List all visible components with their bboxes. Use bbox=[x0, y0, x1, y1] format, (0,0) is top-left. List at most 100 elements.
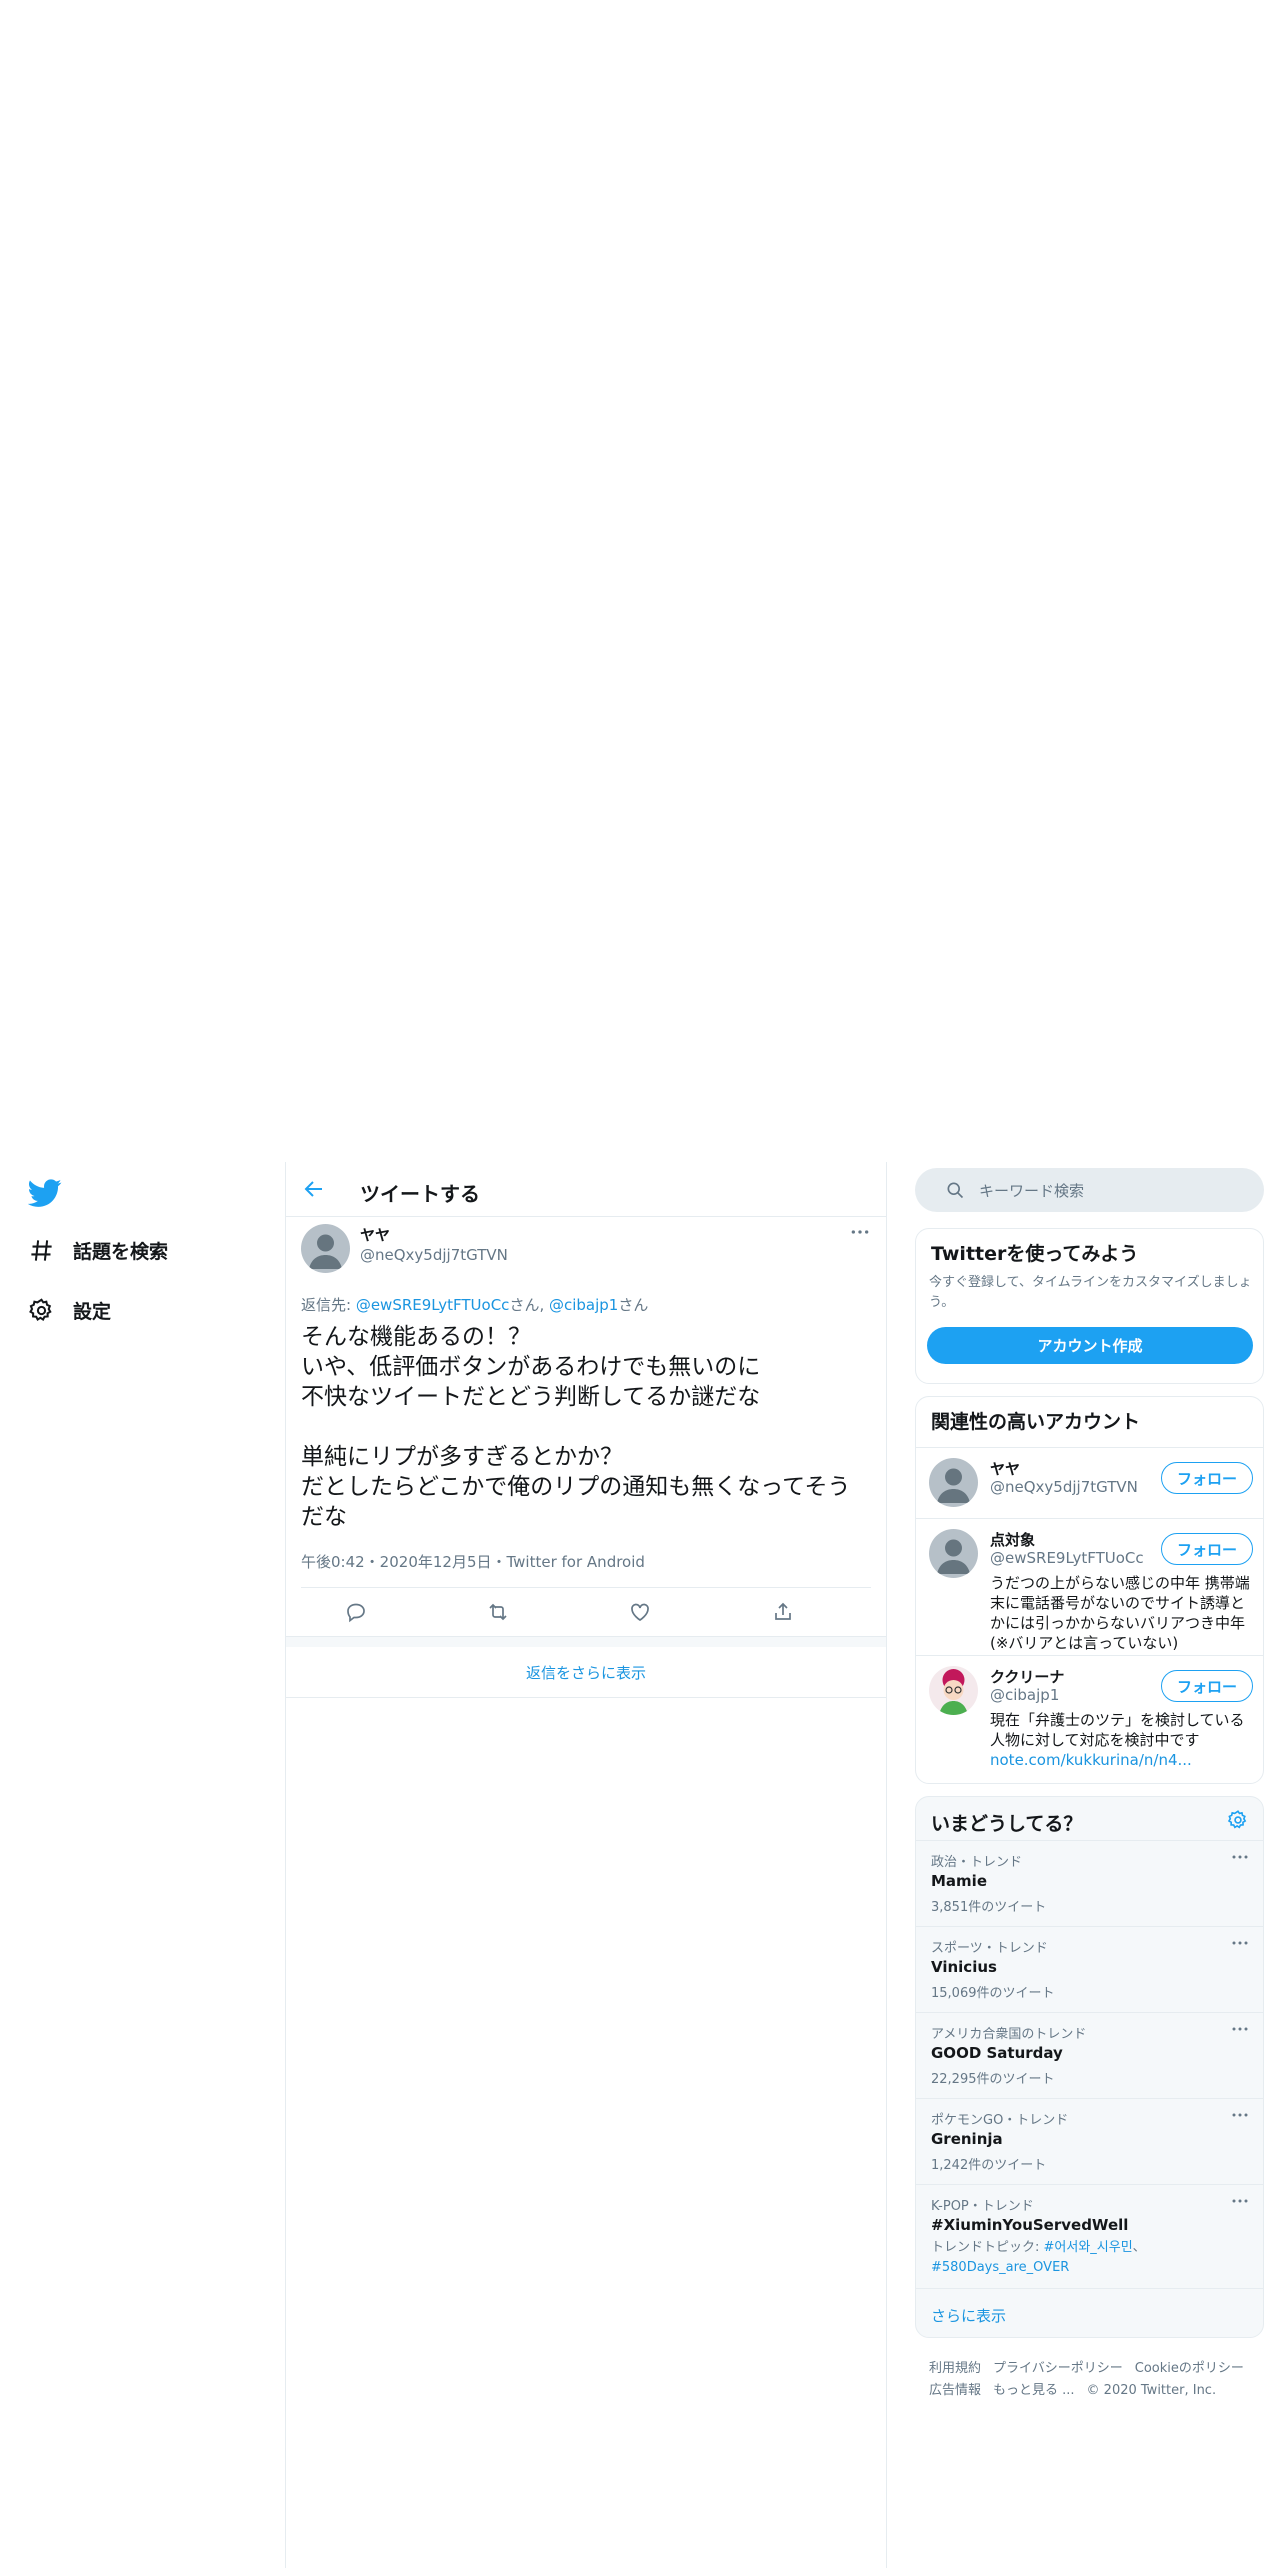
trend-context: K-POP・トレンド bbox=[931, 2199, 1034, 2214]
account-name[interactable]: ヤヤ bbox=[990, 1458, 1020, 1479]
gear-icon bbox=[28, 1297, 55, 1324]
account-bio: うだつの上がらない感じの中年 携帯端末に電話番号がないのでサイト誘導とかには引っ… bbox=[990, 1574, 1250, 1652]
reply-user-link[interactable]: @ewSRE9LytFTUoCc bbox=[356, 1296, 510, 1314]
follow-button[interactable]: フォロー bbox=[1161, 1533, 1253, 1565]
footer-link-more[interactable]: もっと見る ... bbox=[993, 2383, 1075, 2398]
reply-separator: さん, bbox=[509, 1296, 549, 1314]
trends-card: いまどうしてる？ 政治・トレンド Mamie 3,851件のツイート スポーツ・… bbox=[915, 1796, 1264, 2338]
tweet-timestamp[interactable]: 午後0:42・2020年12月5日・Twitter for Android bbox=[301, 1551, 645, 1572]
related-accounts-card: 関連性の高いアカウント ヤヤ @neQxy5djj7tGTVN フォロー 点対象… bbox=[915, 1396, 1264, 1784]
search-input[interactable]: キーワード検索 bbox=[979, 1180, 1084, 1201]
topics-prefix: トレンドトピック: bbox=[931, 2240, 1044, 2255]
trend-context: 政治・トレンド bbox=[931, 1855, 1023, 1870]
account-bio: 現在「弁護士のツテ」を検討している人物に対して対応を検討中です note.com/… bbox=[990, 1710, 1252, 1770]
hashtag-icon bbox=[28, 1237, 55, 1264]
bio-link[interactable]: note.com/kukkurina/n/n4... bbox=[990, 1751, 1192, 1769]
show-more-replies-link[interactable]: 返信をさらに表示 bbox=[286, 1647, 886, 1698]
trend-count: 22,295件のツイート bbox=[931, 2072, 1055, 2087]
account-name[interactable]: ククリーナ bbox=[990, 1666, 1064, 1687]
tweet-author-handle[interactable]: @neQxy5djj7tGTVN bbox=[360, 1246, 508, 1264]
divider bbox=[916, 2288, 1263, 2289]
avatar[interactable] bbox=[929, 1458, 978, 1507]
nav-settings[interactable]: 設定 bbox=[28, 1290, 111, 1330]
more-options-icon[interactable] bbox=[1231, 1853, 1249, 1861]
separator-band bbox=[286, 1636, 886, 1647]
tweet-author-name[interactable]: ヤヤ bbox=[360, 1224, 390, 1245]
trends-settings-gear-icon[interactable] bbox=[1227, 1809, 1249, 1831]
signup-title: Twitterを使ってみよう bbox=[931, 1243, 1139, 1265]
trend-item[interactable]: アメリカ合衆国のトレンド GOOD Saturday 22,295件のツイート bbox=[916, 2012, 1263, 2098]
more-options-icon[interactable] bbox=[1231, 2197, 1249, 2205]
copyright: © 2020 Twitter, Inc. bbox=[1086, 2383, 1217, 2398]
more-options-icon[interactable] bbox=[1231, 1939, 1249, 1947]
account-name[interactable]: 点対象 bbox=[990, 1529, 1035, 1550]
follow-button[interactable]: フォロー bbox=[1161, 1462, 1253, 1494]
share-icon[interactable] bbox=[771, 1600, 797, 1626]
footer-link-terms[interactable]: 利用規約 bbox=[929, 2361, 981, 2376]
retweet-icon[interactable] bbox=[486, 1600, 512, 1626]
account-handle[interactable]: @ewSRE9LytFTUoCc bbox=[990, 1549, 1144, 1567]
trend-title: Vinicius bbox=[931, 1958, 997, 1976]
tweet-actions bbox=[286, 1592, 886, 1636]
page-title: ツイートする bbox=[360, 1182, 480, 1206]
related-account[interactable]: ヤヤ @neQxy5djj7tGTVN フォロー bbox=[916, 1447, 1263, 1518]
related-account[interactable]: ククリーナ @cibajp1 フォロー 現在「弁護士のツテ」を検討している人物に… bbox=[916, 1655, 1263, 1783]
signup-card: Twitterを使ってみよう 今すぐ登録して、タイムラインをカスタマイズしましょ… bbox=[915, 1228, 1264, 1384]
avatar[interactable] bbox=[929, 1666, 978, 1715]
related-accounts-title: 関連性の高いアカウント bbox=[931, 1411, 1141, 1433]
trend-title: #XiuminYouServedWell bbox=[931, 2216, 1129, 2234]
reply-icon[interactable] bbox=[344, 1600, 370, 1626]
trend-context: スポーツ・トレンド bbox=[931, 1941, 1048, 1956]
bio-text: 現在「弁護士のツテ」を検討している人物に対して対応を検討中です bbox=[990, 1711, 1245, 1749]
topic-link[interactable]: #580Days_are_OVER bbox=[931, 2260, 1069, 2275]
footer: 利用規約 プライバシーポリシー Cookieのポリシー 広告情報 もっと見る ... ©… bbox=[929, 2358, 1259, 2402]
trend-item[interactable]: ポケモンGO・トレンド Greninja 1,242件のツイート bbox=[916, 2098, 1263, 2184]
trend-context: アメリカ合衆国のトレンド bbox=[931, 2027, 1087, 2042]
search-icon bbox=[929, 1180, 965, 1200]
account-handle[interactable]: @neQxy5djj7tGTVN bbox=[990, 1478, 1138, 1496]
more-options-icon[interactable] bbox=[1231, 2111, 1249, 2119]
reply-suffix: さん bbox=[618, 1296, 649, 1314]
footer-link-privacy[interactable]: プライバシーポリシー bbox=[993, 2361, 1123, 2376]
trend-item[interactable]: スポーツ・トレンド Vinicius 15,069件のツイート bbox=[916, 1926, 1263, 2012]
reply-prefix: 返信先: bbox=[301, 1296, 356, 1314]
follow-button[interactable]: フォロー bbox=[1161, 1670, 1253, 1702]
trend-title: Greninja bbox=[931, 2130, 1003, 2148]
nav-settings-label: 設定 bbox=[73, 1300, 112, 1323]
more-options-icon[interactable] bbox=[1231, 2025, 1249, 2033]
avatar[interactable] bbox=[929, 1529, 978, 1578]
tweet-text: そんな機能あるの！？ いや、低評価ボタンがあるわけでも無いのに 不快なツイートだ… bbox=[301, 1324, 851, 1530]
like-icon[interactable] bbox=[628, 1600, 654, 1626]
avatar[interactable] bbox=[301, 1224, 350, 1273]
trend-count: 15,069件のツイート bbox=[931, 1986, 1055, 2001]
trend-title: GOOD Saturday bbox=[931, 2044, 1063, 2062]
trend-context: ポケモンGO・トレンド bbox=[931, 2113, 1069, 2128]
reply-user-link[interactable]: @cibajp1 bbox=[549, 1296, 618, 1314]
reply-to-line: 返信先: @ewSRE9LytFTUoCcさん, @cibajp1さん bbox=[301, 1294, 648, 1315]
create-account-button[interactable]: アカウント作成 bbox=[927, 1327, 1253, 1364]
divider bbox=[301, 1587, 871, 1588]
main-column: ツイートする ヤヤ @neQxy5djj7tGTVN 返信先: @ewSRE9L… bbox=[285, 1162, 887, 2568]
footer-link-ads[interactable]: 広告情報 bbox=[929, 2383, 981, 2398]
trend-title: Mamie bbox=[931, 1872, 987, 1890]
trend-item[interactable]: K-POP・トレンド #XiuminYouServedWell トレンドトピック… bbox=[916, 2184, 1263, 2289]
related-account[interactable]: 点対象 @ewSRE9LytFTUoCc フォロー うだつの上がらない感じの中年… bbox=[916, 1518, 1263, 1655]
column-header: ツイートする bbox=[286, 1162, 886, 1217]
footer-link-cookies[interactable]: Cookieのポリシー bbox=[1135, 2361, 1244, 2376]
search-box[interactable]: キーワード検索 bbox=[915, 1168, 1264, 1212]
topic-separator: 、 bbox=[1132, 2240, 1146, 2255]
more-options-icon[interactable] bbox=[850, 1227, 870, 1237]
signup-description: 今すぐ登録して、タイムラインをカスタマイズしましょう。 bbox=[929, 1275, 1252, 1310]
trend-count: 1,242件のツイート bbox=[931, 2158, 1047, 2173]
nav-explore[interactable]: 話題を検索 bbox=[28, 1230, 168, 1270]
topic-link[interactable]: #어서와_시우민 bbox=[1044, 2240, 1133, 2255]
trend-item[interactable]: 政治・トレンド Mamie 3,851件のツイート bbox=[916, 1840, 1263, 1926]
back-arrow-icon[interactable] bbox=[300, 1175, 328, 1203]
account-handle[interactable]: @cibajp1 bbox=[990, 1686, 1059, 1704]
show-more-trends-link[interactable]: さらに表示 bbox=[931, 2305, 1006, 2326]
trend-count: 3,851件のツイート bbox=[931, 1900, 1047, 1915]
twitter-logo-icon[interactable] bbox=[28, 1176, 62, 1210]
nav-explore-label: 話題を検索 bbox=[73, 1240, 169, 1263]
trends-title: いまどうしてる？ bbox=[931, 1813, 1083, 1835]
trend-topics: トレンドトピック: #어서와_시우민、 #580Days_are_OVER bbox=[931, 2238, 1151, 2278]
